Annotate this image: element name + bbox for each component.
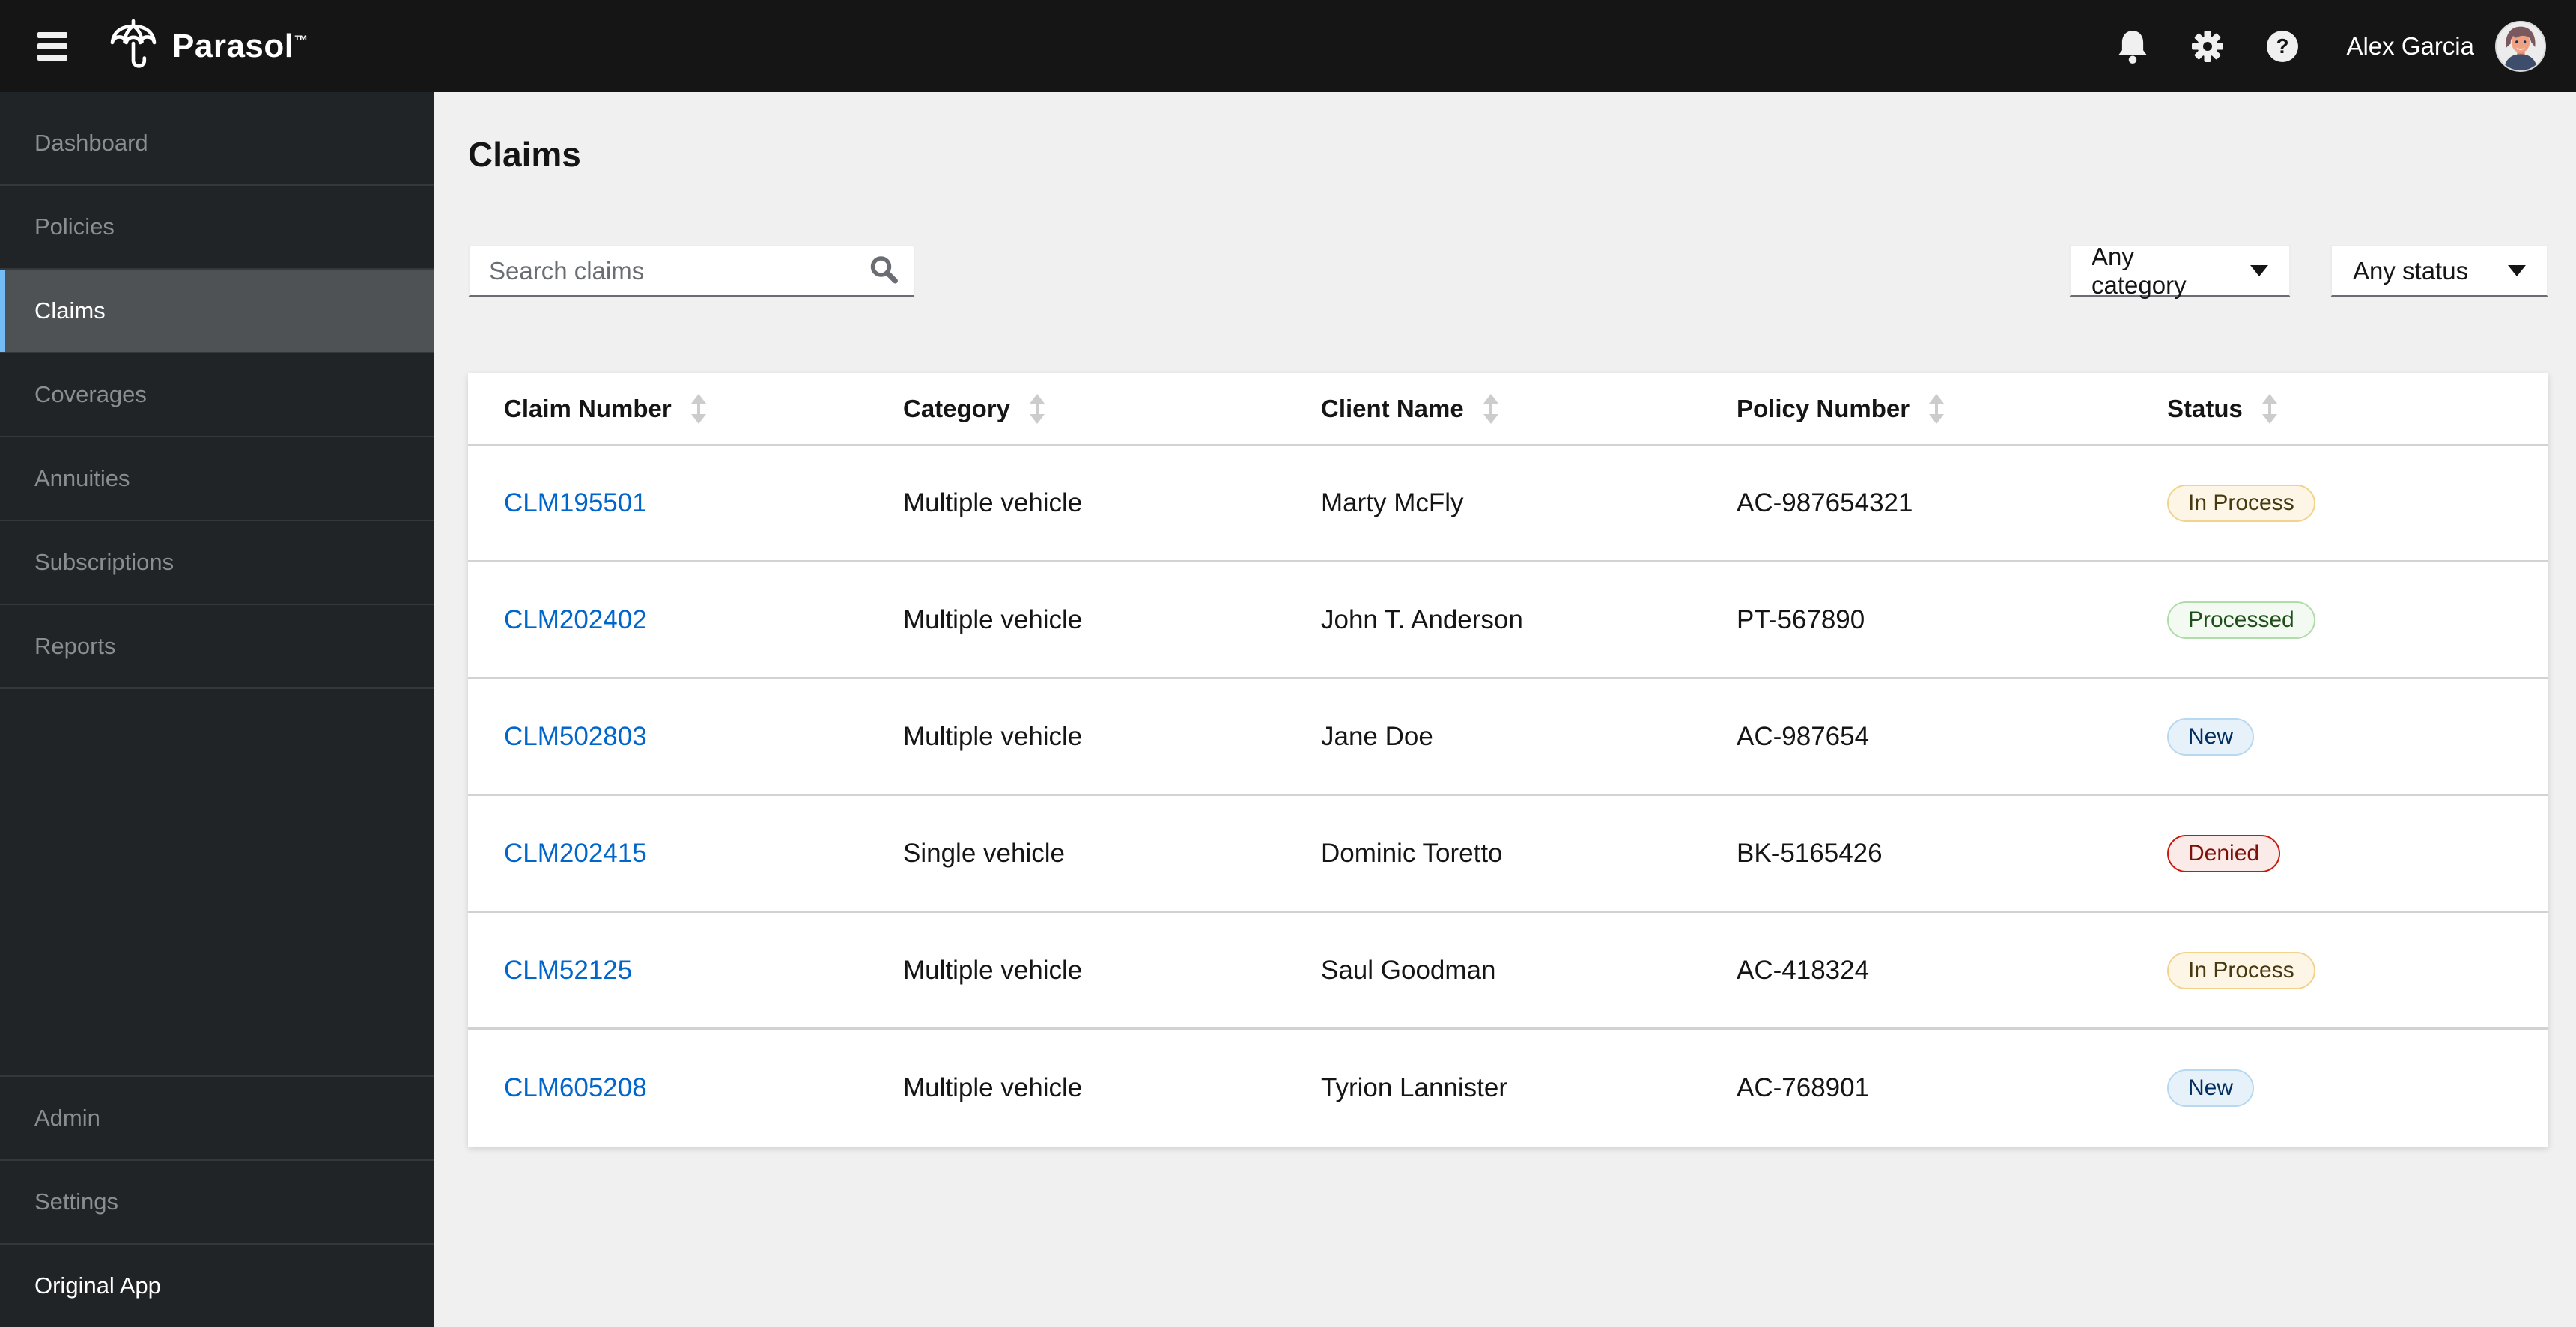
column-header-status[interactable]: Status — [2131, 393, 2548, 424]
sort-icon — [1929, 393, 1945, 424]
sidebar-item-original-app[interactable]: Original App — [0, 1243, 434, 1327]
policy-number-cell: AC-987654321 — [1737, 488, 1913, 517]
claim-number-link[interactable]: CLM52125 — [468, 956, 867, 986]
sort-icon — [1483, 393, 1498, 424]
client-name-cell: Jane Doe — [1321, 721, 1433, 751]
parasol-umbrella-icon — [109, 19, 157, 74]
user-avatar[interactable] — [2495, 20, 2546, 72]
status-badge: Processed — [2167, 601, 2315, 639]
main-content: Claims Any category Any status Claim Num… — [434, 92, 2576, 1327]
policy-number-cell: AC-987654 — [1737, 721, 1870, 751]
sort-icon — [1030, 393, 1045, 424]
sidebar-item-subscriptions[interactable]: Subscriptions — [0, 521, 434, 605]
table-row: CLM502803 Multiple vehicle Jane Doe AC-9… — [468, 679, 2548, 796]
search-box — [468, 245, 915, 297]
sidebar-item-coverages[interactable]: Coverages — [0, 353, 434, 437]
masthead: Parasol™ ? Alex Garcia — [0, 0, 2576, 92]
sidebar-item-claims[interactable]: Claims — [0, 270, 434, 353]
column-header-category[interactable]: Category — [867, 393, 1285, 424]
claim-number-link[interactable]: CLM202415 — [468, 839, 867, 869]
policy-number-cell: PT-567890 — [1737, 604, 1865, 634]
notifications-bell-icon[interactable] — [2115, 29, 2150, 64]
chevron-down-icon — [2508, 265, 2526, 276]
sidebar-item-admin[interactable]: Admin — [0, 1075, 434, 1159]
user-name[interactable]: Alex Garcia — [2346, 32, 2474, 61]
claims-table: Claim Number Category Client Name Policy… — [468, 373, 2548, 1147]
search-input[interactable] — [468, 245, 915, 297]
status-badge: In Process — [2167, 951, 2315, 989]
menu-toggle-icon[interactable] — [37, 31, 67, 61]
claim-number-link[interactable]: CLM202402 — [468, 605, 867, 635]
table-row: CLM202402 Multiple vehicle John T. Ander… — [468, 562, 2548, 679]
sidebar-bottom-nav: Admin Settings Original App — [0, 1075, 434, 1327]
category-cell: Multiple vehicle — [903, 488, 1083, 517]
sidebar-item-annuities[interactable]: Annuities — [0, 437, 434, 521]
client-name-cell: Dominic Toretto — [1321, 838, 1503, 868]
client-name-cell: Tyrion Lannister — [1321, 1073, 1508, 1102]
sidebar: Dashboard Policies Claims Coverages Annu… — [0, 92, 434, 1327]
status-filter-value: Any status — [2353, 256, 2469, 285]
column-header-policy-number[interactable]: Policy Number — [1701, 393, 2131, 424]
column-header-claim-number[interactable]: Claim Number — [468, 393, 867, 424]
help-question-icon[interactable]: ? — [2265, 29, 2300, 64]
table-row: CLM202415 Single vehicle Dominic Toretto… — [468, 796, 2548, 913]
table-row: CLM605208 Multiple vehicle Tyrion Lannis… — [468, 1030, 2548, 1147]
category-filter-dropdown[interactable]: Any category — [2069, 242, 2291, 299]
policy-number-cell: BK-5165426 — [1737, 838, 1883, 868]
sidebar-item-policies[interactable]: Policies — [0, 186, 434, 270]
svg-text:?: ? — [2276, 34, 2289, 58]
policy-number-cell: AC-768901 — [1737, 1073, 1870, 1102]
column-header-client-name[interactable]: Client Name — [1285, 393, 1701, 424]
brand-name: Parasol™ — [172, 27, 309, 64]
status-badge: Denied — [2167, 834, 2281, 872]
status-badge: New — [2167, 717, 2255, 756]
category-cell: Multiple vehicle — [903, 1073, 1083, 1102]
settings-gear-icon[interactable] — [2190, 29, 2225, 64]
category-cell: Multiple vehicle — [903, 721, 1083, 751]
sort-icon — [2261, 393, 2277, 424]
status-badge: New — [2167, 1069, 2255, 1107]
table-header: Claim Number Category Client Name Policy… — [468, 373, 2548, 446]
sidebar-item-dashboard[interactable]: Dashboard — [0, 102, 434, 186]
status-badge: In Process — [2167, 484, 2315, 522]
page-title: Claims — [468, 135, 581, 174]
category-filter-value: Any category — [2092, 242, 2187, 299]
table-row: CLM52125 Multiple vehicle Saul Goodman A… — [468, 913, 2548, 1030]
sidebar-item-settings[interactable]: Settings — [0, 1159, 434, 1243]
sidebar-item-reports[interactable]: Reports — [0, 605, 434, 689]
category-cell: Multiple vehicle — [903, 955, 1083, 985]
policy-number-cell: AC-418324 — [1737, 955, 1870, 985]
brand[interactable]: Parasol™ — [109, 19, 308, 74]
chevron-down-icon — [2250, 265, 2268, 276]
claim-number-link[interactable]: CLM605208 — [468, 1073, 867, 1103]
category-cell: Multiple vehicle — [903, 604, 1083, 634]
category-cell: Single vehicle — [903, 838, 1065, 868]
claim-number-link[interactable]: CLM502803 — [468, 722, 867, 752]
claim-number-link[interactable]: CLM195501 — [468, 488, 867, 518]
status-filter-dropdown[interactable]: Any status — [2330, 245, 2548, 297]
trademark: ™ — [294, 32, 309, 49]
masthead-right: ? Alex Garcia — [2075, 20, 2546, 72]
client-name-cell: Saul Goodman — [1321, 955, 1496, 985]
toolbar: Any category Any status — [468, 242, 2548, 299]
table-row: CLM195501 Multiple vehicle Marty McFly A… — [468, 446, 2548, 562]
sort-icon — [690, 393, 706, 424]
client-name-cell: Marty McFly — [1321, 488, 1464, 517]
client-name-cell: John T. Anderson — [1321, 604, 1523, 634]
sidebar-nav: Dashboard Policies Claims Coverages Annu… — [0, 102, 434, 689]
